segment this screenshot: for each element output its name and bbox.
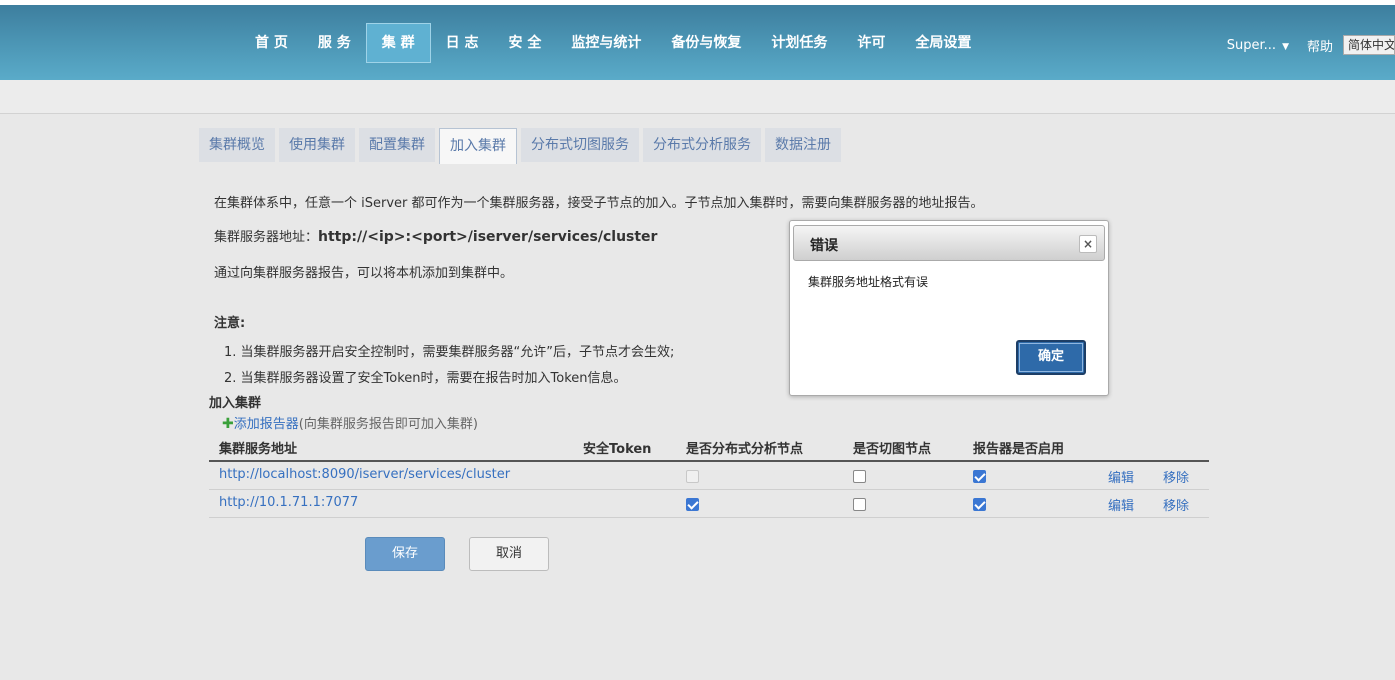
tab-distributed-analysis[interactable]: 分布式分析服务 [643, 128, 761, 162]
language-select[interactable]: 简体中文 [1343, 35, 1395, 55]
add-reporter-hint: (向集群服务报告即可加入集群) [298, 417, 478, 432]
col-token: 安全Token [583, 442, 652, 457]
error-dialog: 错误 × 集群服务地址格式有误 确定 [789, 220, 1109, 396]
help-link[interactable]: 帮助 [1307, 36, 1333, 55]
user-area: Super... ▼ 帮助 简体中文 [1227, 35, 1395, 55]
plus-icon[interactable]: ✚ [222, 416, 234, 432]
tab-join-cluster[interactable]: 加入集群 [439, 128, 517, 164]
cluster-tabs: 集群概览 使用集群 配置集群 加入集群 分布式切图服务 分布式分析服务 数据注册 [199, 128, 841, 164]
note-item-1: 1. 当集群服务器开启安全控制时，需要集群服务器“允许”后，子节点才会生效; [224, 345, 675, 360]
report-text: 通过向集群服务器报告，可以将本机添加到集群中。 [214, 266, 514, 281]
col-reporter-enabled: 报告器是否启用 [973, 442, 1065, 457]
dialog-title: 错误 [810, 238, 838, 254]
cluster-address-label: 集群服务器地址： [214, 230, 319, 245]
nav-license[interactable]: 许可 [842, 23, 900, 63]
add-reporter: ✚添加报告器(向集群服务报告即可加入集群) [222, 413, 478, 432]
col-address: 集群服务地址 [219, 442, 298, 457]
tab-distributed-tiling[interactable]: 分布式切图服务 [521, 128, 639, 162]
caret-down-icon: ▼ [1282, 41, 1289, 52]
col-tile-node: 是否切图节点 [853, 442, 932, 457]
nav-security[interactable]: 安 全 [494, 23, 557, 63]
analysis-node-checkbox[interactable] [686, 498, 699, 511]
cluster-address-value: http://<ip>:<port>/iserver/services/clus… [318, 229, 658, 245]
nav-scheduled-tasks[interactable]: 计划任务 [756, 23, 842, 63]
table-header: 集群服务地址 安全Token 是否分布式分析节点 是否切图节点 报告器是否启用 [209, 432, 1209, 462]
user-menu[interactable]: Super... ▼ [1227, 38, 1289, 53]
table-row: http://localhost:8090/iserver/services/c… [209, 462, 1209, 490]
nav-cluster[interactable]: 集 群 [365, 23, 431, 63]
nav-services[interactable]: 服 务 [303, 23, 366, 63]
tab-configure-cluster[interactable]: 配置集群 [359, 128, 435, 162]
main-nav: 首 页 服 务 集 群 日 志 安 全 监控与统计 备份与恢复 计划任务 许可 … [240, 23, 986, 63]
note-title: 注意: [214, 316, 246, 331]
tab-cluster-overview[interactable]: 集群概览 [199, 128, 275, 162]
intro-text: 在集群体系中，任意一个 iServer 都可作为一个集群服务器，接受子节点的加入… [214, 196, 984, 211]
analysis-node-checkbox [686, 470, 699, 483]
dialog-message: 集群服务地址格式有误 [808, 275, 929, 289]
tile-node-checkbox[interactable] [853, 498, 866, 511]
reporter-table: 集群服务地址 安全Token 是否分布式分析节点 是否切图节点 报告器是否启用 … [209, 432, 1209, 518]
nav-monitoring[interactable]: 监控与统计 [556, 23, 656, 63]
reporter-enabled-checkbox[interactable] [973, 498, 986, 511]
reporter-enabled-checkbox[interactable] [973, 470, 986, 483]
nav-global-settings[interactable]: 全局设置 [900, 23, 986, 63]
ok-button[interactable]: 确定 [1016, 340, 1086, 375]
dialog-header: 错误 × [793, 225, 1105, 261]
col-analysis-node: 是否分布式分析节点 [686, 442, 804, 457]
nav-logs[interactable]: 日 志 [431, 23, 494, 63]
cancel-button[interactable]: 取消 [469, 537, 549, 571]
sub-toolbar [0, 80, 1395, 114]
close-icon[interactable]: × [1079, 235, 1097, 253]
cluster-address: 集群服务器地址：http://<ip>:<port>/iserver/servi… [214, 226, 657, 245]
tile-node-checkbox[interactable] [853, 470, 866, 483]
reporter-url[interactable]: http://localhost:8090/iserver/services/c… [219, 467, 510, 482]
remove-link[interactable]: 移除 [1163, 467, 1189, 486]
nav-backup[interactable]: 备份与恢复 [656, 23, 756, 63]
header-bar: 首 页 服 务 集 群 日 志 安 全 监控与统计 备份与恢复 计划任务 许可 … [0, 5, 1395, 80]
table-row: http://10.1.71.1:7077 编辑 移除 [209, 490, 1209, 518]
add-reporter-link[interactable]: 添加报告器 [234, 417, 299, 432]
nav-home[interactable]: 首 页 [240, 23, 303, 63]
edit-link[interactable]: 编辑 [1108, 467, 1134, 486]
tab-data-registration[interactable]: 数据注册 [765, 128, 841, 162]
save-button[interactable]: 保存 [365, 537, 445, 571]
edit-link[interactable]: 编辑 [1108, 495, 1134, 514]
reporter-url[interactable]: http://10.1.71.1:7077 [219, 495, 358, 510]
tab-use-cluster[interactable]: 使用集群 [279, 128, 355, 162]
note-item-2: 2. 当集群服务器设置了安全Token时，需要在报告时加入Token信息。 [224, 371, 627, 386]
join-cluster-title: 加入集群 [209, 396, 262, 411]
user-name: Super... [1226, 37, 1277, 53]
remove-link[interactable]: 移除 [1163, 495, 1189, 514]
